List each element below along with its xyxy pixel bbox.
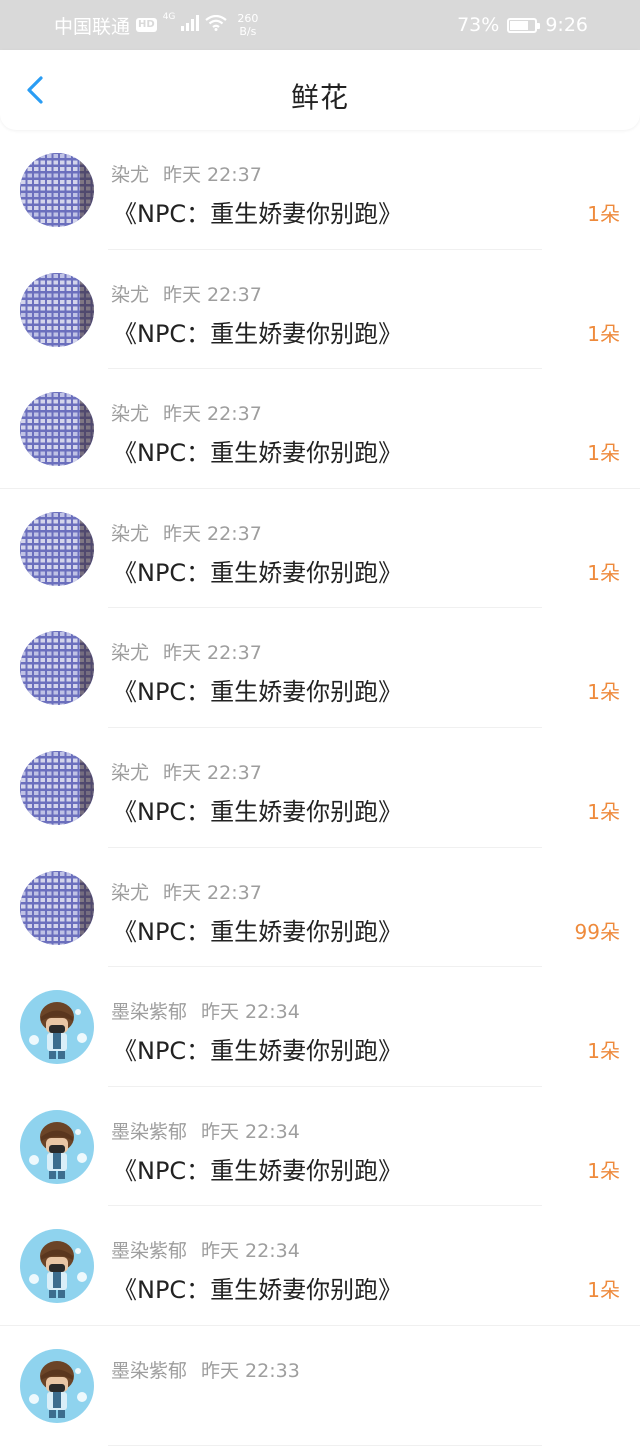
timestamp: 昨天 22:37 [163,522,262,545]
book-title: 《NPC：重生娇妻你别跑》 [113,678,403,707]
avatar[interactable] [20,1109,94,1184]
user-name: 染尤 [111,283,150,306]
wifi-icon [205,14,228,35]
flower-count: 1朵 [587,202,620,226]
avatar[interactable] [20,870,94,945]
flower-count: 1朵 [587,1158,620,1183]
flower-count: 1朵 [587,1278,620,1303]
user-name: 墨染紫郁 [111,1359,188,1382]
item-meta: 墨染紫郁 昨天 22:34 [111,997,300,1024]
flower-list: 染尤 昨天 22:37 《NPC：重生娇妻你别跑》 1朵 染尤 昨天 22:37 《NPC… [0,130,640,1446]
user-name: 染尤 [111,522,150,545]
item-meta: 染尤 昨天 22:37 [111,160,262,187]
user-name: 墨染紫郁 [111,1240,188,1263]
avatar[interactable] [20,511,94,586]
clock: 9:26 [545,14,588,36]
item-meta: 墨染紫郁 昨天 22:33 [111,1356,300,1383]
item-meta: 染尤 昨天 22:37 [111,758,262,785]
avatar[interactable] [20,392,94,467]
user-name: 染尤 [111,761,150,784]
battery-icon [507,17,541,33]
flower-count: 1朵 [587,441,620,466]
list-item[interactable]: 染尤 昨天 22:37 《NPC：重生娇妻你别跑》 1朵 [0,728,640,848]
status-bar-left: 中国联通 HD 4G 260 B/s [54,10,258,40]
network-speed-unit: B/s [239,25,257,38]
book-title: 《NPC：重生娇妻你别跑》 [113,558,403,587]
timestamp: 昨天 22:34 [201,1001,300,1024]
item-meta: 墨染紫郁 昨天 22:34 [111,1236,300,1263]
list-item[interactable]: 染尤 昨天 22:37 《NPC：重生娇妻你别跑》 1朵 [0,369,640,489]
list-item[interactable]: 墨染紫郁 昨天 22:34 《NPC：重生娇妻你别跑》 1朵 [0,1206,640,1326]
item-meta: 染尤 昨天 22:37 [111,638,262,665]
status-bar-right: 73% 9:26 [457,10,588,40]
timestamp: 昨天 22:34 [201,1120,300,1143]
timestamp: 昨天 22:37 [163,283,262,306]
book-title: 《NPC：重生娇妻你别跑》 [113,917,403,946]
flower-count: 99朵 [574,919,620,944]
signal-icon [181,15,200,35]
list-item[interactable]: 墨染紫郁 昨天 22:34 《NPC：重生娇妻你别跑》 1朵 [0,1087,640,1207]
avatar[interactable] [20,750,94,825]
avatar[interactable] [20,153,94,227]
timestamp: 昨天 22:37 [163,403,262,426]
item-meta: 染尤 昨天 22:37 [111,519,262,546]
status-bar: 中国联通 HD 4G 260 B/s 73% 9:26 [0,0,640,50]
flower-count: 1朵 [587,560,620,585]
book-title: 《NPC：重生娇妻你别跑》 [113,200,403,228]
flower-count: 1朵 [587,1039,620,1064]
item-meta: 染尤 昨天 22:37 [111,878,262,905]
page-title: 鲜花 [290,81,349,114]
book-title: 《NPC：重生娇妻你别跑》 [113,1037,403,1066]
item-meta: 染尤 昨天 22:37 [111,280,262,307]
timestamp: 昨天 22:37 [163,164,262,186]
item-meta: 墨染紫郁 昨天 22:34 [111,1117,300,1144]
battery-level [510,20,529,30]
hd-badge: HD [136,18,157,32]
list-item[interactable]: 墨染紫郁 昨天 22:33 [0,1326,640,1446]
network-speed-value: 260 [237,12,259,25]
user-name: 墨染紫郁 [111,1001,188,1024]
flower-count: 1朵 [587,799,620,824]
network-type: 4G [162,12,176,22]
avatar[interactable] [20,631,94,706]
item-meta: 染尤 昨天 22:37 [111,399,262,426]
avatar[interactable] [20,1348,94,1423]
timestamp: 昨天 22:34 [201,1240,300,1263]
header: 鲜花 [0,50,640,130]
list-item[interactable]: 染尤 昨天 22:37 《NPC：重生娇妻你别跑》 1朵 [0,130,640,250]
avatar[interactable] [20,990,94,1065]
battery-percent: 73% [457,14,500,36]
book-title: 《NPC：重生娇妻你别跑》 [113,439,403,468]
timestamp: 昨天 22:37 [163,881,262,904]
carrier-name: 中国联通 [54,15,131,38]
avatar[interactable] [20,1229,94,1304]
list-item[interactable]: 染尤 昨天 22:37 《NPC：重生娇妻你别跑》 1朵 [0,608,640,728]
list-item[interactable]: 染尤 昨天 22:37 《NPC：重生娇妻你别跑》 99朵 [0,848,640,968]
timestamp: 昨天 22:33 [201,1359,300,1382]
list-item[interactable]: 染尤 昨天 22:37 《NPC：重生娇妻你别跑》 1朵 [0,250,640,370]
timestamp: 昨天 22:37 [163,761,262,784]
list-item[interactable]: 墨染紫郁 昨天 22:34 《NPC：重生娇妻你别跑》 1朵 [0,967,640,1087]
user-name: 染尤 [111,164,150,186]
flower-count: 1朵 [587,680,620,705]
user-name: 墨染紫郁 [111,1120,188,1143]
user-name: 染尤 [111,403,150,426]
book-title: 《NPC：重生娇妻你别跑》 [113,1156,403,1185]
flower-count: 1朵 [587,321,620,346]
avatar[interactable] [20,272,94,347]
list-item[interactable]: 染尤 昨天 22:37 《NPC：重生娇妻你别跑》 1朵 [0,489,640,609]
user-name: 染尤 [111,881,150,904]
network-speed: 260 B/s [237,12,258,38]
book-title: 《NPC：重生娇妻你别跑》 [113,797,403,826]
user-name: 染尤 [111,642,150,665]
book-title: 《NPC：重生娇妻你别跑》 [113,1276,403,1305]
timestamp: 昨天 22:37 [163,642,262,665]
book-title: 《NPC：重生娇妻你别跑》 [113,319,403,348]
